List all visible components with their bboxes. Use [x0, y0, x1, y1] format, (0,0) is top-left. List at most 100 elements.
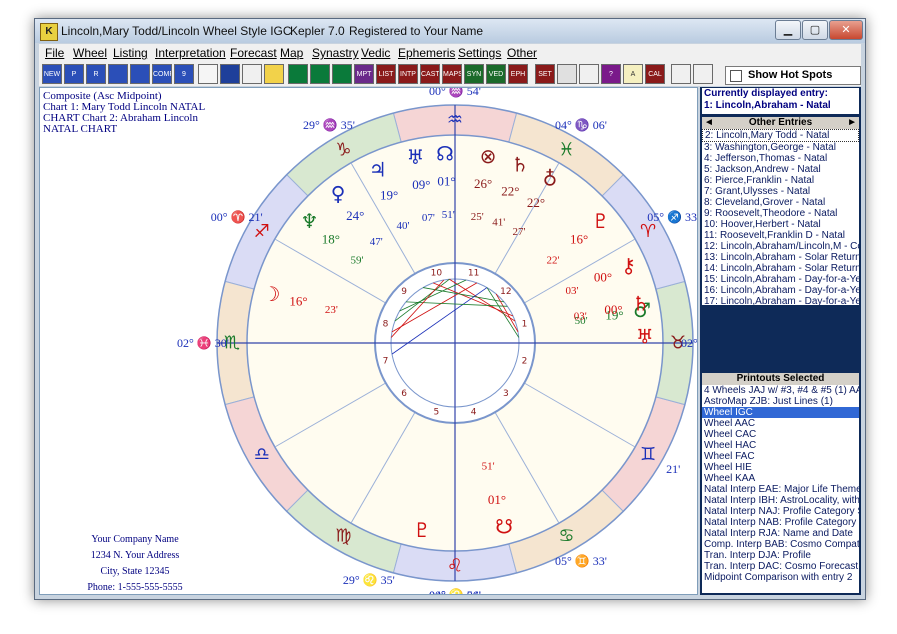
printout-item[interactable]: Wheel IGC: [702, 407, 859, 418]
company-city: City, State 12345: [100, 566, 170, 577]
printout-item[interactable]: Tran. Interp DAC: Cosmo Forecast: [702, 561, 859, 572]
midpoint-icon[interactable]: MPT: [354, 64, 374, 84]
email-icon[interactable]: [264, 64, 284, 84]
wheel2-icon[interactable]: [310, 64, 330, 84]
zoom-out-icon[interactable]: [693, 64, 713, 84]
menu-listing[interactable]: Listing: [113, 46, 148, 60]
menu-file[interactable]: File: [45, 46, 64, 60]
save-icon[interactable]: [220, 64, 240, 84]
new-chart-icon[interactable]: NEW: [42, 64, 62, 84]
open-icon[interactable]: [198, 64, 218, 84]
planet-glyph: ♄: [511, 152, 529, 176]
printout-item[interactable]: Wheel HIE: [702, 462, 859, 473]
entry-item[interactable]: 7: Grant,Ulysses - Natal: [702, 186, 859, 197]
planet-glyph: ♃: [369, 157, 387, 181]
maximize-button[interactable]: ▢: [802, 20, 828, 40]
ephemeris-icon[interactable]: EPH: [508, 64, 528, 84]
menu-ephemeris[interactable]: Ephemeris: [398, 46, 455, 60]
printout-item[interactable]: Wheel HAC: [702, 440, 859, 451]
menu-synastry[interactable]: Synastry: [312, 46, 359, 60]
help-icon[interactable]: ?: [601, 64, 621, 84]
entry-item[interactable]: 14: Lincoln,Abraham - Solar Return: [702, 263, 859, 274]
minimize-button[interactable]: ▁: [775, 20, 801, 40]
listing-icon[interactable]: LIST: [376, 64, 396, 84]
zoom-in-icon[interactable]: [671, 64, 691, 84]
cal-icon[interactable]: CAL: [645, 64, 665, 84]
menu-interpretation[interactable]: Interpretation: [155, 46, 226, 60]
zodiac-sign-glyph: ♑: [335, 139, 351, 160]
house-number: 10: [431, 268, 443, 278]
printout-item[interactable]: Natal Interp NAB: Profile Category S: [702, 517, 859, 528]
menu-settings[interactable]: Settings: [458, 46, 501, 60]
printout-item[interactable]: Wheel FAC: [702, 451, 859, 462]
printout-item[interactable]: Wheel KAA: [702, 473, 859, 484]
app-window: K Lincoln,Mary Todd/Lincoln Wheel Style …: [34, 18, 866, 600]
entry-item[interactable]: 15: Lincoln,Abraham - Day-for-a-Yea: [702, 274, 859, 285]
menu-wheel[interactable]: Wheel: [73, 46, 107, 60]
printout-item[interactable]: Natal Interp IBH: AstroLocality, with: [702, 495, 859, 506]
entry-item[interactable]: 17: Lincoln,Abraham - Day-for-a-Yea: [702, 296, 859, 305]
printout-item[interactable]: Natal Interp NAJ: Profile Category S: [702, 506, 859, 517]
interp-icon[interactable]: INTP: [398, 64, 418, 84]
entry-item[interactable]: 8: Cleveland,Grover - Natal: [702, 197, 859, 208]
font-icon[interactable]: A: [623, 64, 643, 84]
entry-item[interactable]: 9: Roosevelt,Theodore - Natal: [702, 208, 859, 219]
entry-item[interactable]: 6: Pierce,Franklin - Natal: [702, 175, 859, 186]
printout-item[interactable]: Natal Interp EAE: Major Life Themes: [702, 484, 859, 495]
planets-icon[interactable]: P: [64, 64, 84, 84]
menu-vedic[interactable]: Vedic: [361, 46, 390, 60]
title-bar[interactable]: K Lincoln,Mary Todd/Lincoln Wheel Style …: [35, 19, 865, 43]
return-icon[interactable]: R: [86, 64, 106, 84]
planet-degree: 26°: [474, 176, 492, 191]
printout-item[interactable]: Natal Interp RJA: Name and Date: [702, 528, 859, 539]
planet-glyph: ♄: [632, 291, 650, 315]
house-number: 11: [468, 268, 479, 278]
clock-icon[interactable]: [557, 64, 577, 84]
printout-item[interactable]: Tran. Interp DJA: Profile: [702, 550, 859, 561]
aspect-icon[interactable]: [108, 64, 128, 84]
planet-glyph: ☋: [495, 515, 513, 539]
forecast-icon[interactable]: CAST: [420, 64, 440, 84]
planet-glyph: ♅: [636, 324, 654, 348]
menu-forecast[interactable]: Forecast: [230, 46, 277, 60]
printout-item[interactable]: Midpoint Comparison with entry 2: [702, 572, 859, 583]
numerology-icon[interactable]: 9: [174, 64, 194, 84]
entry-item[interactable]: 11: Roosevelt,Franklin D - Natal: [702, 230, 859, 241]
entry-item[interactable]: 5: Jackson,Andrew - Natal: [702, 164, 859, 175]
company-address: 1234 N. Your Address: [90, 550, 180, 561]
composite-icon[interactable]: COMP: [152, 64, 172, 84]
maps-icon[interactable]: MAPS: [442, 64, 462, 84]
printout-item[interactable]: Wheel AAC: [702, 418, 859, 429]
checkbox-icon[interactable]: [730, 70, 742, 82]
close-button[interactable]: ✕: [829, 20, 863, 40]
settings-icon[interactable]: SET: [535, 64, 555, 84]
entry-item[interactable]: 13: Lincoln,Abraham - Solar Return: [702, 252, 859, 263]
planet-degree: 22°: [527, 195, 545, 210]
wheel3-icon[interactable]: [332, 64, 352, 84]
kepler-app-icon[interactable]: K: [40, 23, 58, 41]
entry-item[interactable]: 10: Hoover,Herbert - Natal: [702, 219, 859, 230]
scroll-left-icon[interactable]: ◄: [704, 117, 714, 129]
entry-item[interactable]: 4: Jefferson,Thomas - Natal: [702, 153, 859, 164]
entry-item[interactable]: 3: Washington,George - Natal: [702, 142, 859, 153]
vedic-icon[interactable]: VED: [486, 64, 506, 84]
synastry-icon[interactable]: SYN: [464, 64, 484, 84]
menu-map[interactable]: Map: [280, 46, 303, 60]
wheel-icon[interactable]: [288, 64, 308, 84]
entry-item[interactable]: 12: Lincoln,Abraham/Lincoln,M - Co: [702, 241, 859, 252]
house-number: 4: [471, 408, 477, 418]
entry-item[interactable]: 16: Lincoln,Abraham - Day-for-a-Yea: [702, 285, 859, 296]
menu-other[interactable]: Other: [507, 46, 537, 60]
printout-item[interactable]: Comp. Interp BAB: Cosmo Compatib: [702, 539, 859, 550]
printout-item[interactable]: Wheel CAC: [702, 429, 859, 440]
planet-glyph: ☊: [436, 141, 454, 165]
show-hot-spots-checkbox[interactable]: Show Hot Spots: [725, 66, 861, 85]
planet-glyph: ♇: [592, 209, 610, 233]
calendar-icon[interactable]: [579, 64, 599, 84]
star-icon[interactable]: [130, 64, 150, 84]
scroll-right-icon[interactable]: ►: [847, 117, 857, 129]
entry-item[interactable]: 2: Lincoln,Mary Todd - Natal: [702, 129, 859, 142]
printout-item[interactable]: 4 Wheels JAJ w/ #3, #4 & #5 (1) AA: [702, 385, 859, 396]
print-icon[interactable]: [242, 64, 262, 84]
printout-item[interactable]: AstroMap ZJB: Just Lines (1): [702, 396, 859, 407]
